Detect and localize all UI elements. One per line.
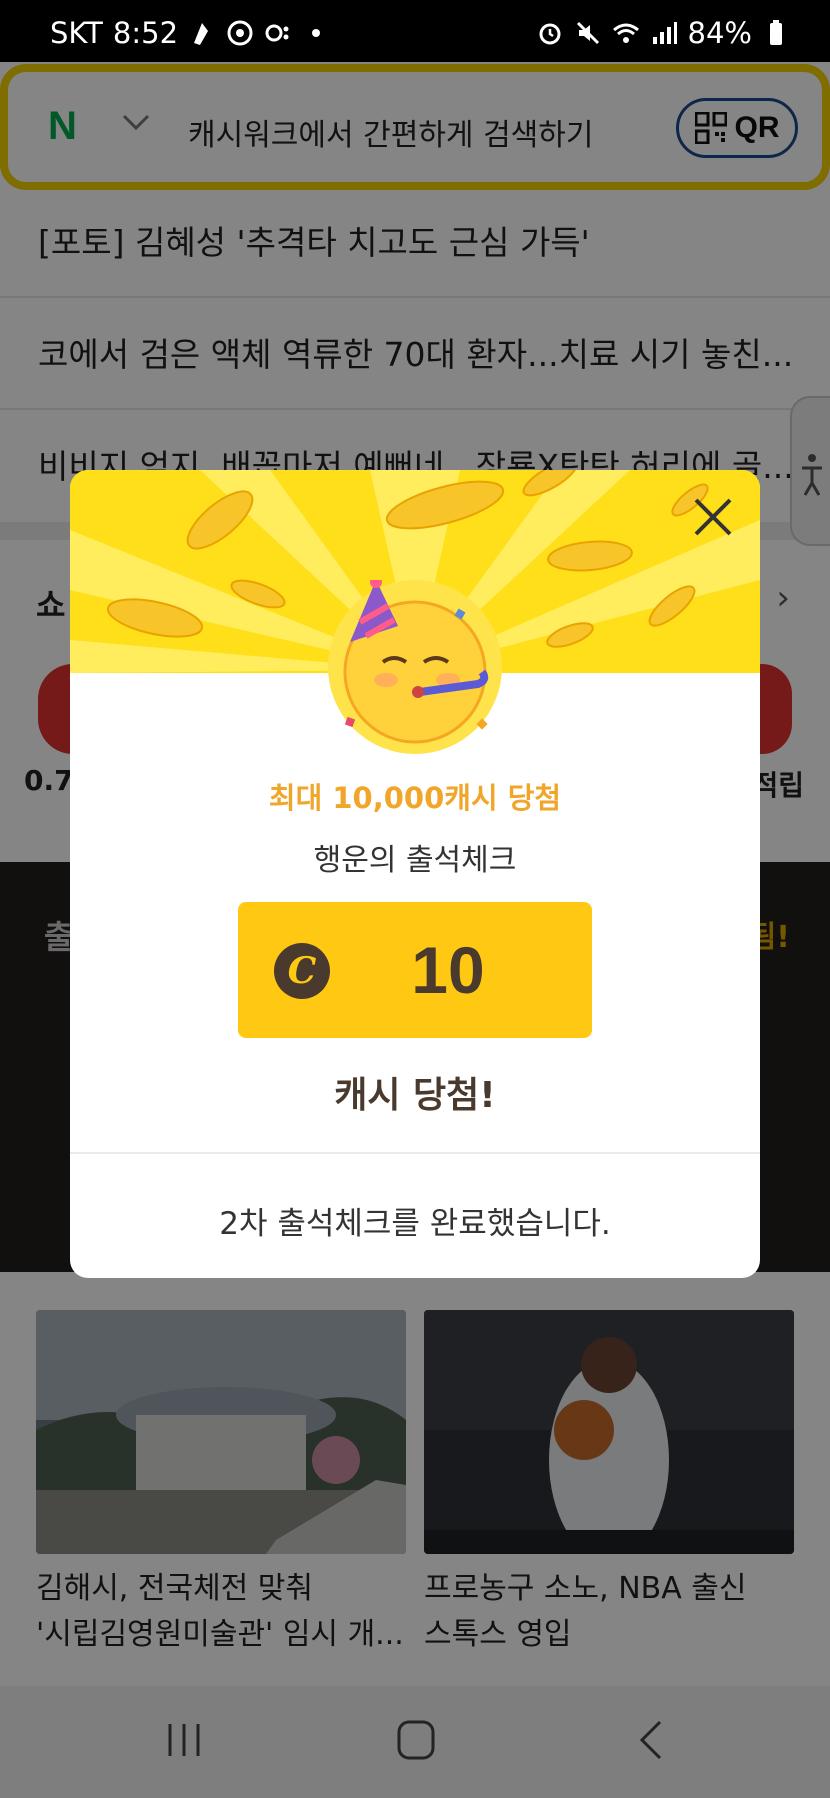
mute-icon [576,21,599,45]
lucky-attendance-label: 행운의 출석체크 [313,843,517,878]
cash-win-title: 캐시 당첨! [334,1075,496,1116]
more-notifications-dot-icon [312,29,321,37]
attendance-complete-message: 2차 출석체크를 완료했습니다. [219,1206,611,1242]
prize-amount: 10 [411,933,485,1007]
app-status-icon [265,24,289,42]
alarm-icon [539,23,561,45]
wifi-icon [612,23,639,43]
carrier-label: SKT [50,16,103,50]
signal-icon [652,22,677,44]
clock-label: 8:52 [112,16,179,50]
popup-divider [70,1152,760,1154]
status-bar: SKT 8:52 84% [0,0,830,62]
prize-box: C 10 [238,902,592,1038]
notification-app-icon [194,23,209,45]
chrome-icon [227,20,253,46]
close-icon[interactable] [688,492,738,542]
battery-icon [770,20,782,45]
cash-coin-icon: C [274,943,330,999]
max-cash-subhead: 최대 10,000캐시 당첨 [268,781,562,815]
party-emoji-badge [328,576,502,754]
battery-percent: 84% [687,16,752,50]
party-face-icon [343,576,489,744]
attendance-popup: 최대 10,000캐시 당첨 행운의 출석체크 C 10 캐시 당첨! 2차 출… [70,470,760,1278]
